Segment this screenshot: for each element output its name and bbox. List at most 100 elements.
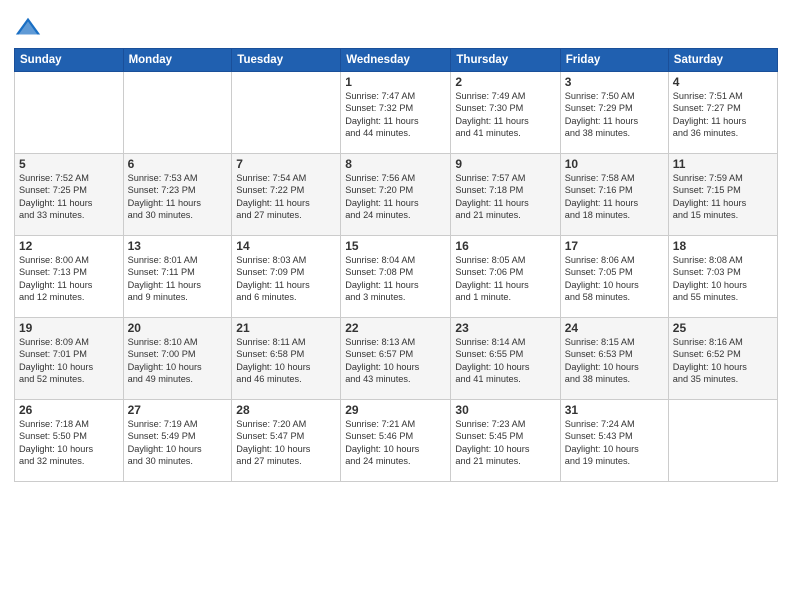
day-info: Sunrise: 7:19 AM Sunset: 5:49 PM Dayligh… xyxy=(128,418,228,468)
day-number: 3 xyxy=(565,75,664,89)
day-number: 20 xyxy=(128,321,228,335)
calendar-cell: 29Sunrise: 7:21 AM Sunset: 5:46 PM Dayli… xyxy=(341,400,451,482)
day-number: 6 xyxy=(128,157,228,171)
day-number: 26 xyxy=(19,403,119,417)
calendar-header-monday: Monday xyxy=(123,49,232,72)
calendar-cell xyxy=(232,72,341,154)
logo-icon xyxy=(14,14,42,42)
calendar-cell: 9Sunrise: 7:57 AM Sunset: 7:18 PM Daylig… xyxy=(451,154,560,236)
day-info: Sunrise: 7:54 AM Sunset: 7:22 PM Dayligh… xyxy=(236,172,336,222)
day-number: 29 xyxy=(345,403,446,417)
day-number: 8 xyxy=(345,157,446,171)
day-number: 5 xyxy=(19,157,119,171)
day-info: Sunrise: 8:06 AM Sunset: 7:05 PM Dayligh… xyxy=(565,254,664,304)
calendar-header-friday: Friday xyxy=(560,49,668,72)
day-number: 15 xyxy=(345,239,446,253)
day-number: 10 xyxy=(565,157,664,171)
calendar-cell: 15Sunrise: 8:04 AM Sunset: 7:08 PM Dayli… xyxy=(341,236,451,318)
calendar-cell: 14Sunrise: 8:03 AM Sunset: 7:09 PM Dayli… xyxy=(232,236,341,318)
calendar-cell: 28Sunrise: 7:20 AM Sunset: 5:47 PM Dayli… xyxy=(232,400,341,482)
day-info: Sunrise: 8:04 AM Sunset: 7:08 PM Dayligh… xyxy=(345,254,446,304)
day-number: 7 xyxy=(236,157,336,171)
day-info: Sunrise: 8:16 AM Sunset: 6:52 PM Dayligh… xyxy=(673,336,773,386)
day-number: 18 xyxy=(673,239,773,253)
day-info: Sunrise: 8:03 AM Sunset: 7:09 PM Dayligh… xyxy=(236,254,336,304)
day-info: Sunrise: 7:59 AM Sunset: 7:15 PM Dayligh… xyxy=(673,172,773,222)
day-number: 2 xyxy=(455,75,555,89)
day-number: 25 xyxy=(673,321,773,335)
day-number: 9 xyxy=(455,157,555,171)
logo xyxy=(14,14,44,42)
day-number: 27 xyxy=(128,403,228,417)
day-number: 28 xyxy=(236,403,336,417)
day-info: Sunrise: 8:01 AM Sunset: 7:11 PM Dayligh… xyxy=(128,254,228,304)
day-info: Sunrise: 7:50 AM Sunset: 7:29 PM Dayligh… xyxy=(565,90,664,140)
calendar-week-row: 1Sunrise: 7:47 AM Sunset: 7:32 PM Daylig… xyxy=(15,72,778,154)
calendar-cell: 8Sunrise: 7:56 AM Sunset: 7:20 PM Daylig… xyxy=(341,154,451,236)
day-number: 17 xyxy=(565,239,664,253)
calendar: SundayMondayTuesdayWednesdayThursdayFrid… xyxy=(14,48,778,482)
calendar-cell: 2Sunrise: 7:49 AM Sunset: 7:30 PM Daylig… xyxy=(451,72,560,154)
calendar-header-wednesday: Wednesday xyxy=(341,49,451,72)
day-number: 19 xyxy=(19,321,119,335)
calendar-header-sunday: Sunday xyxy=(15,49,124,72)
day-info: Sunrise: 8:10 AM Sunset: 7:00 PM Dayligh… xyxy=(128,336,228,386)
day-number: 13 xyxy=(128,239,228,253)
calendar-cell: 13Sunrise: 8:01 AM Sunset: 7:11 PM Dayli… xyxy=(123,236,232,318)
calendar-cell: 11Sunrise: 7:59 AM Sunset: 7:15 PM Dayli… xyxy=(668,154,777,236)
calendar-header-saturday: Saturday xyxy=(668,49,777,72)
calendar-cell: 23Sunrise: 8:14 AM Sunset: 6:55 PM Dayli… xyxy=(451,318,560,400)
calendar-cell xyxy=(15,72,124,154)
calendar-cell: 1Sunrise: 7:47 AM Sunset: 7:32 PM Daylig… xyxy=(341,72,451,154)
calendar-cell: 21Sunrise: 8:11 AM Sunset: 6:58 PM Dayli… xyxy=(232,318,341,400)
day-number: 30 xyxy=(455,403,555,417)
calendar-cell: 3Sunrise: 7:50 AM Sunset: 7:29 PM Daylig… xyxy=(560,72,668,154)
calendar-cell: 4Sunrise: 7:51 AM Sunset: 7:27 PM Daylig… xyxy=(668,72,777,154)
day-info: Sunrise: 8:11 AM Sunset: 6:58 PM Dayligh… xyxy=(236,336,336,386)
calendar-cell: 22Sunrise: 8:13 AM Sunset: 6:57 PM Dayli… xyxy=(341,318,451,400)
calendar-cell: 16Sunrise: 8:05 AM Sunset: 7:06 PM Dayli… xyxy=(451,236,560,318)
calendar-cell: 7Sunrise: 7:54 AM Sunset: 7:22 PM Daylig… xyxy=(232,154,341,236)
day-info: Sunrise: 7:21 AM Sunset: 5:46 PM Dayligh… xyxy=(345,418,446,468)
calendar-cell: 10Sunrise: 7:58 AM Sunset: 7:16 PM Dayli… xyxy=(560,154,668,236)
calendar-cell: 5Sunrise: 7:52 AM Sunset: 7:25 PM Daylig… xyxy=(15,154,124,236)
calendar-cell: 12Sunrise: 8:00 AM Sunset: 7:13 PM Dayli… xyxy=(15,236,124,318)
day-number: 24 xyxy=(565,321,664,335)
day-info: Sunrise: 8:05 AM Sunset: 7:06 PM Dayligh… xyxy=(455,254,555,304)
day-info: Sunrise: 7:52 AM Sunset: 7:25 PM Dayligh… xyxy=(19,172,119,222)
day-number: 11 xyxy=(673,157,773,171)
day-number: 14 xyxy=(236,239,336,253)
calendar-cell: 26Sunrise: 7:18 AM Sunset: 5:50 PM Dayli… xyxy=(15,400,124,482)
day-info: Sunrise: 8:00 AM Sunset: 7:13 PM Dayligh… xyxy=(19,254,119,304)
calendar-cell: 27Sunrise: 7:19 AM Sunset: 5:49 PM Dayli… xyxy=(123,400,232,482)
page: SundayMondayTuesdayWednesdayThursdayFrid… xyxy=(0,0,792,612)
day-number: 16 xyxy=(455,239,555,253)
day-info: Sunrise: 8:14 AM Sunset: 6:55 PM Dayligh… xyxy=(455,336,555,386)
day-info: Sunrise: 8:13 AM Sunset: 6:57 PM Dayligh… xyxy=(345,336,446,386)
day-info: Sunrise: 7:20 AM Sunset: 5:47 PM Dayligh… xyxy=(236,418,336,468)
day-number: 4 xyxy=(673,75,773,89)
day-info: Sunrise: 7:24 AM Sunset: 5:43 PM Dayligh… xyxy=(565,418,664,468)
calendar-cell: 30Sunrise: 7:23 AM Sunset: 5:45 PM Dayli… xyxy=(451,400,560,482)
day-number: 23 xyxy=(455,321,555,335)
calendar-cell: 31Sunrise: 7:24 AM Sunset: 5:43 PM Dayli… xyxy=(560,400,668,482)
calendar-cell: 18Sunrise: 8:08 AM Sunset: 7:03 PM Dayli… xyxy=(668,236,777,318)
calendar-header-thursday: Thursday xyxy=(451,49,560,72)
day-info: Sunrise: 7:53 AM Sunset: 7:23 PM Dayligh… xyxy=(128,172,228,222)
calendar-header-tuesday: Tuesday xyxy=(232,49,341,72)
day-info: Sunrise: 8:15 AM Sunset: 6:53 PM Dayligh… xyxy=(565,336,664,386)
day-info: Sunrise: 8:09 AM Sunset: 7:01 PM Dayligh… xyxy=(19,336,119,386)
day-info: Sunrise: 7:47 AM Sunset: 7:32 PM Dayligh… xyxy=(345,90,446,140)
calendar-cell: 20Sunrise: 8:10 AM Sunset: 7:00 PM Dayli… xyxy=(123,318,232,400)
day-info: Sunrise: 7:49 AM Sunset: 7:30 PM Dayligh… xyxy=(455,90,555,140)
day-info: Sunrise: 7:18 AM Sunset: 5:50 PM Dayligh… xyxy=(19,418,119,468)
day-number: 31 xyxy=(565,403,664,417)
calendar-cell: 25Sunrise: 8:16 AM Sunset: 6:52 PM Dayli… xyxy=(668,318,777,400)
calendar-week-row: 26Sunrise: 7:18 AM Sunset: 5:50 PM Dayli… xyxy=(15,400,778,482)
day-info: Sunrise: 8:08 AM Sunset: 7:03 PM Dayligh… xyxy=(673,254,773,304)
calendar-cell: 24Sunrise: 8:15 AM Sunset: 6:53 PM Dayli… xyxy=(560,318,668,400)
day-info: Sunrise: 7:51 AM Sunset: 7:27 PM Dayligh… xyxy=(673,90,773,140)
calendar-week-row: 5Sunrise: 7:52 AM Sunset: 7:25 PM Daylig… xyxy=(15,154,778,236)
day-number: 1 xyxy=(345,75,446,89)
day-number: 12 xyxy=(19,239,119,253)
